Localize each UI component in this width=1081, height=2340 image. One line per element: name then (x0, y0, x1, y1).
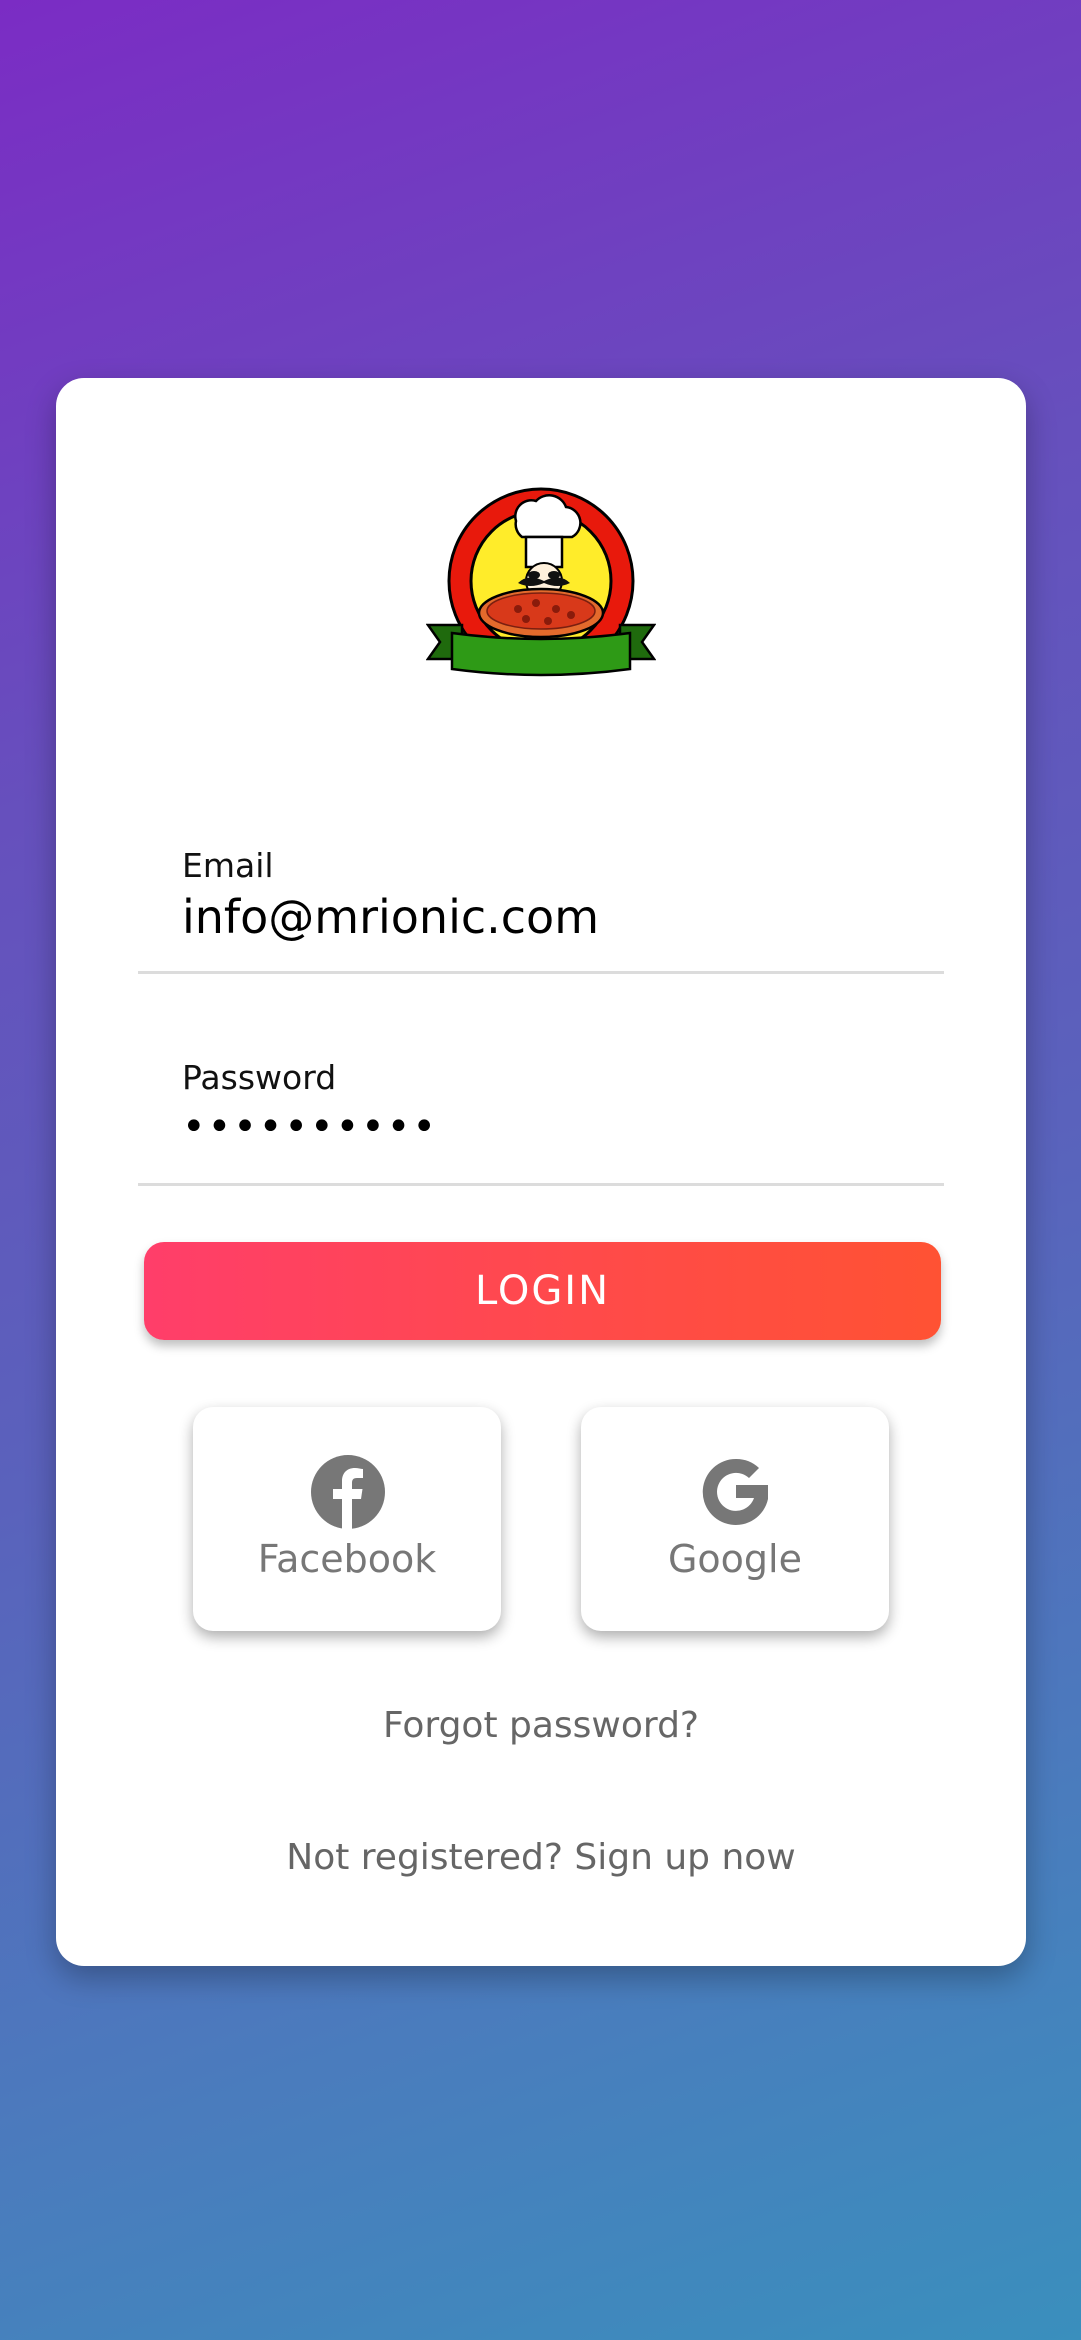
google-button[interactable]: Google (581, 1407, 889, 1631)
login-card: Email info@mrionic.com Password ••••••••… (56, 378, 1026, 1966)
facebook-button[interactable]: Facebook (193, 1407, 501, 1631)
signup-link[interactable]: Not registered? Sign up now (56, 1837, 1026, 1878)
google-icon (702, 1458, 768, 1525)
email-underline (138, 971, 944, 974)
password-input[interactable]: •••••••••• (182, 1104, 438, 1150)
forgot-password-link[interactable]: Forgot password? (56, 1705, 1026, 1746)
password-label: Password (182, 1058, 337, 1097)
email-field[interactable]: Email info@mrionic.com (138, 838, 944, 988)
facebook-label: Facebook (257, 1537, 437, 1581)
password-underline (138, 1183, 944, 1186)
login-button[interactable]: LOGIN (144, 1242, 941, 1340)
email-label: Email (182, 846, 274, 885)
pizza-chef-logo (426, 487, 656, 677)
password-field[interactable]: Password •••••••••• (138, 1050, 944, 1200)
google-label: Google (667, 1537, 802, 1581)
email-input[interactable]: info@mrionic.com (182, 890, 599, 944)
facebook-icon (311, 1455, 385, 1529)
